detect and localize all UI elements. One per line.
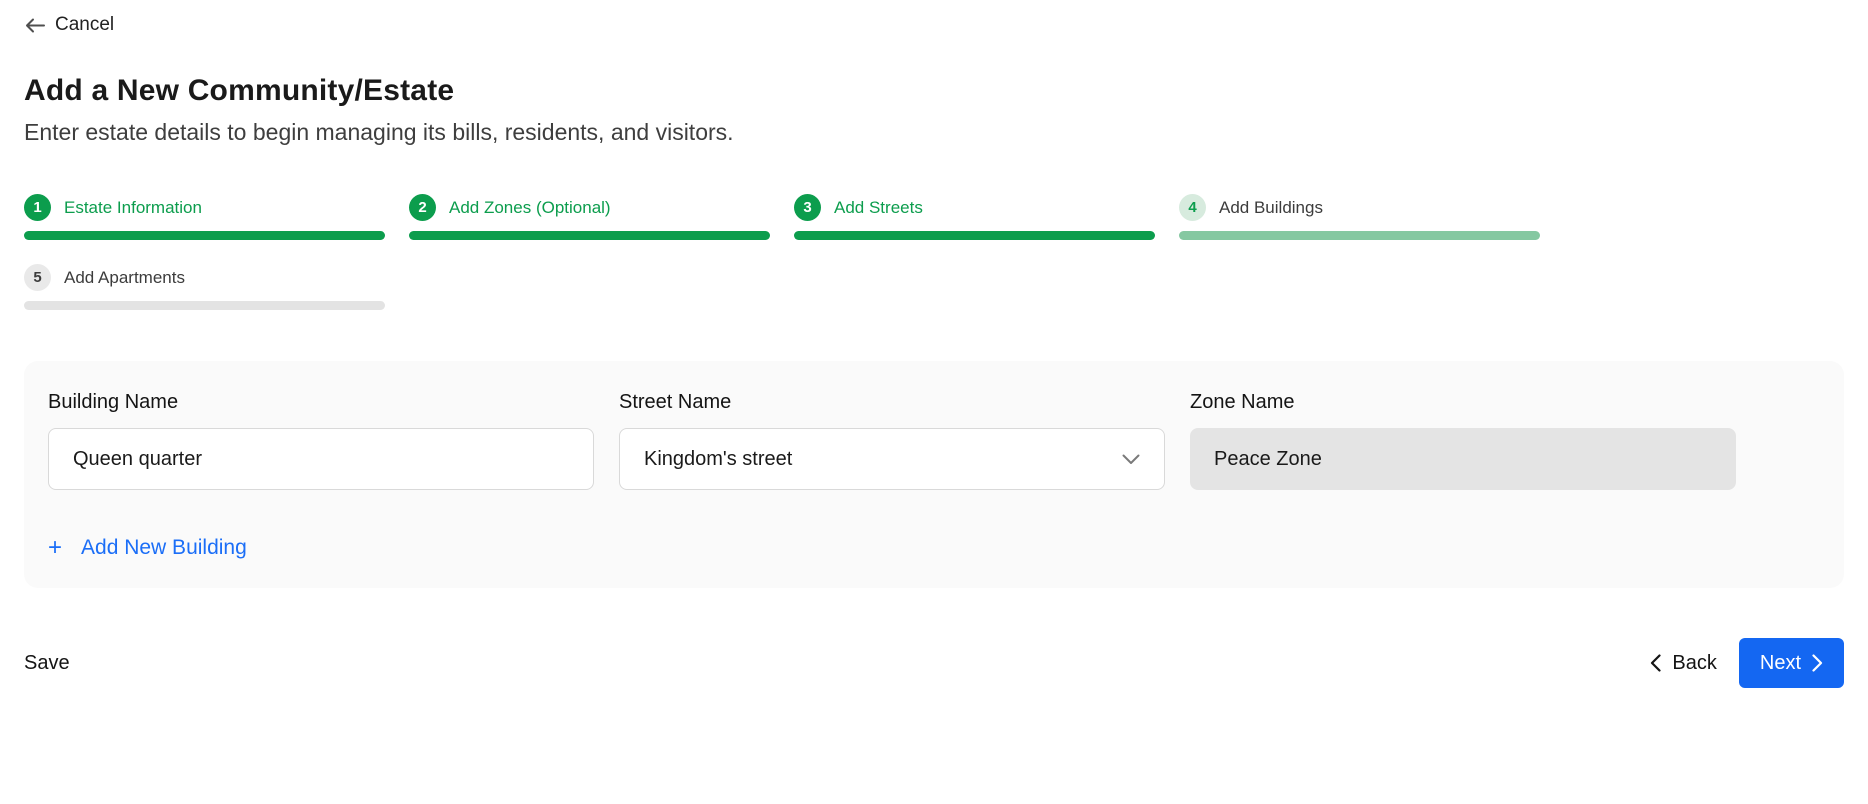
zone-name-label: Zone Name — [1190, 391, 1295, 413]
step-label: Add Buildings — [1219, 197, 1323, 217]
step-label: Add Streets — [834, 197, 923, 217]
step-number: 3 — [803, 199, 812, 216]
step-number-badge: 4 — [1179, 194, 1206, 221]
stepper-step-2[interactable]: 2 Add Zones (Optional) — [409, 194, 770, 240]
step-number: 2 — [418, 199, 427, 216]
add-new-building-label: Add New Building — [81, 536, 247, 559]
step-progress-bar — [24, 301, 385, 310]
step-number-badge: 2 — [409, 194, 436, 221]
save-button[interactable]: Save — [24, 652, 70, 675]
street-name-select[interactable]: Kingdom's street — [619, 428, 1165, 490]
cancel-button[interactable]: Cancel — [24, 14, 114, 36]
plus-icon: + — [48, 534, 63, 561]
building-name-input[interactable] — [48, 428, 594, 490]
form-fields-row: Building Name Street Name Kingdom's stre… — [48, 391, 1820, 490]
step-label: Estate Information — [64, 197, 202, 217]
street-name-selected-value: Kingdom's street — [644, 447, 793, 470]
arrow-left-icon — [24, 17, 45, 34]
stepper-step-3[interactable]: 3 Add Streets — [794, 194, 1155, 240]
footer-right-group: Back Next — [1650, 638, 1844, 688]
zone-name-field-group: Zone Name Peace Zone — [1190, 391, 1736, 490]
step-progress-bar — [24, 231, 385, 240]
step-head: 3 Add Streets — [794, 194, 1155, 221]
page-subtitle: Enter estate details to begin managing i… — [24, 119, 734, 145]
stepper-step-5[interactable]: 5 Add Apartments — [24, 264, 385, 310]
step-label: Add Zones (Optional) — [449, 197, 611, 217]
chevron-down-icon — [1122, 454, 1140, 465]
step-progress-bar — [409, 231, 770, 240]
stepper-step-1[interactable]: 1 Estate Information — [24, 194, 385, 240]
step-number: 4 — [1188, 199, 1197, 216]
chevron-left-icon — [1650, 654, 1662, 672]
stepper: 1 Estate Information 2 Add Zones (Option… — [24, 194, 1844, 310]
step-label: Add Apartments — [64, 267, 185, 287]
building-name-label: Building Name — [48, 391, 179, 413]
step-number-badge: 5 — [24, 264, 51, 291]
back-label: Back — [1672, 651, 1717, 674]
step-head: 2 Add Zones (Optional) — [409, 194, 770, 221]
step-head: 5 Add Apartments — [24, 264, 385, 291]
chevron-right-icon — [1812, 654, 1823, 672]
add-estate-page: Cancel Add a New Community/Estate Enter … — [0, 0, 1868, 688]
street-name-field-group: Street Name Kingdom's street — [619, 391, 1165, 490]
building-form-card: Building Name Street Name Kingdom's stre… — [24, 361, 1844, 588]
street-name-label: Street Name — [619, 391, 732, 413]
next-label: Next — [1759, 651, 1801, 674]
zone-name-value: Peace Zone — [1214, 447, 1322, 470]
cancel-label: Cancel — [55, 14, 115, 35]
next-button[interactable]: Next — [1738, 638, 1844, 688]
back-button[interactable]: Back — [1650, 651, 1717, 675]
step-number-badge: 1 — [24, 194, 51, 221]
page-title: Add a New Community/Estate — [24, 74, 455, 107]
zone-name-field-disabled: Peace Zone — [1190, 428, 1736, 490]
building-name-field-group: Building Name — [48, 391, 594, 490]
step-number: 5 — [33, 269, 42, 286]
step-number-badge: 3 — [794, 194, 821, 221]
step-progress-bar — [794, 231, 1155, 240]
footer-actions: Save Back Next — [24, 638, 1844, 688]
step-head: 1 Estate Information — [24, 194, 385, 221]
stepper-step-4[interactable]: 4 Add Buildings — [1179, 194, 1540, 240]
step-number: 1 — [33, 199, 42, 216]
step-progress-bar — [1179, 231, 1540, 240]
add-new-building-button[interactable]: + Add New Building — [48, 536, 247, 560]
step-head: 4 Add Buildings — [1179, 194, 1540, 221]
